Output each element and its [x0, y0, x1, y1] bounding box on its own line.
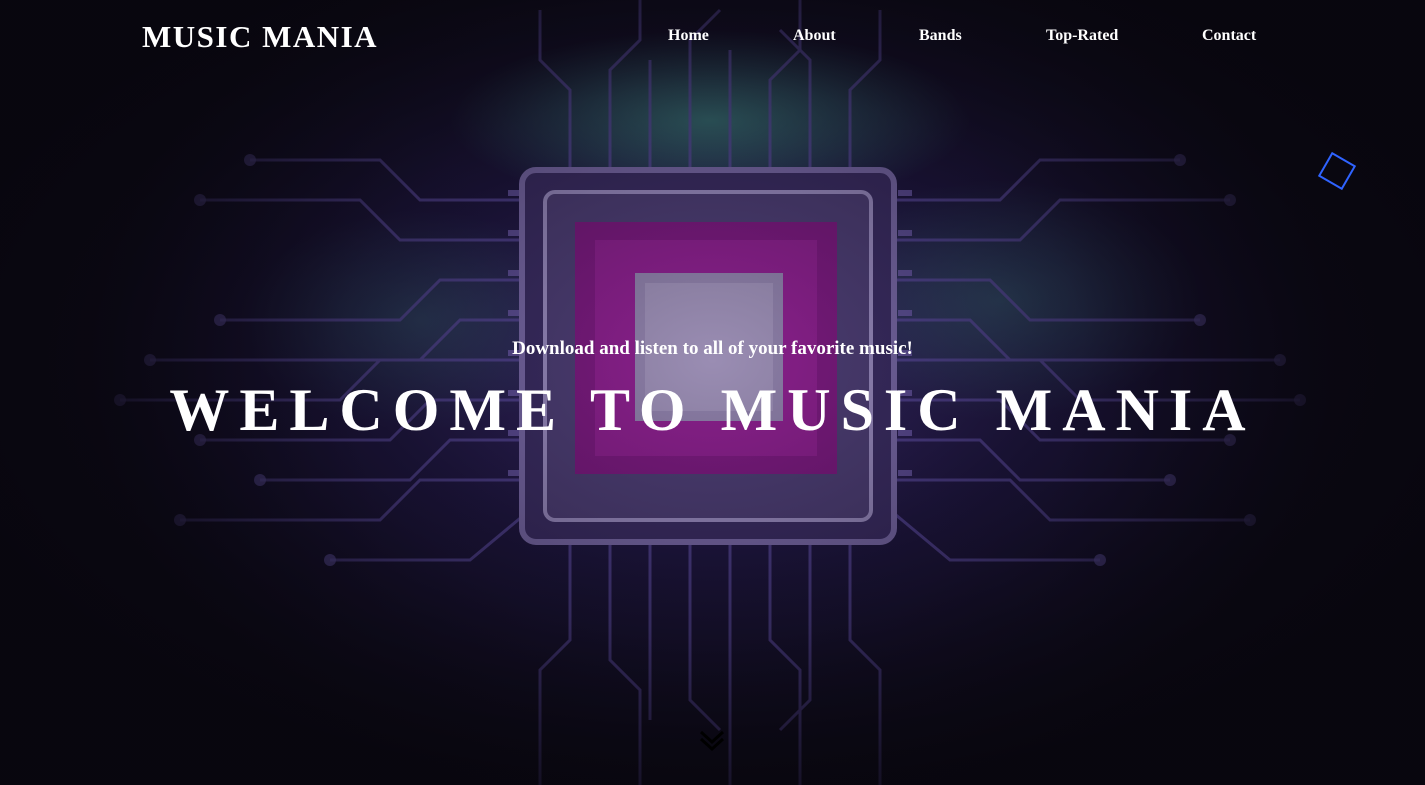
site-header: MUSIC MANIA Home About Bands Top-Rated C… — [0, 0, 1425, 78]
nav-top-rated-link[interactable]: Top-Rated — [1046, 27, 1118, 45]
nav-home-link[interactable]: Home — [668, 27, 709, 45]
page: MUSIC MANIA Home About Bands Top-Rated C… — [0, 0, 1425, 785]
hero-tagline: Download and listen to all of your favor… — [512, 338, 913, 359]
double-chevron-down-icon[interactable] — [698, 728, 726, 752]
hero-headline: WELCOME TO MUSIC MANIA — [169, 377, 1256, 443]
nav-about-link[interactable]: About — [793, 27, 836, 45]
nav-contact-link[interactable]: Contact — [1202, 27, 1256, 45]
nav-bands-link[interactable]: Bands — [919, 27, 962, 45]
main-nav: Home About Bands Top-Rated Contact — [0, 27, 1425, 49]
